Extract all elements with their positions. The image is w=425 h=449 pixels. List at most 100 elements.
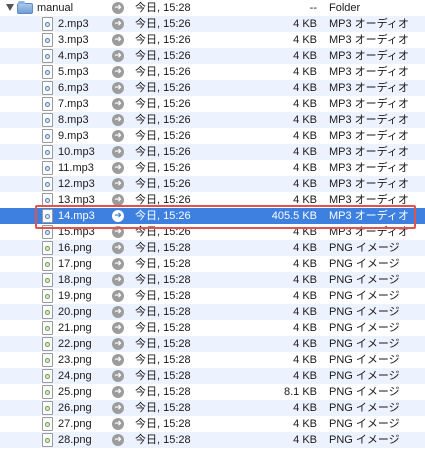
file-row[interactable]: 6.mp3 ➜ 今日, 15:26 4 KB MP3 オーディオ	[0, 80, 425, 96]
arrow-circle-icon[interactable]: ➜	[112, 146, 124, 158]
file-row[interactable]: 15.mp3 ➜ 今日, 15:26 4 KB MP3 オーディオ	[0, 224, 425, 240]
arrow-circle-icon[interactable]: ➜	[112, 354, 124, 366]
arrow-circle-icon[interactable]: ➜	[112, 274, 124, 286]
file-name: 17.png	[58, 258, 92, 270]
arrow-circle-icon[interactable]: ➜	[112, 370, 124, 382]
file-date: 今日, 15:28	[135, 290, 191, 302]
file-size: 4 KB	[293, 258, 317, 270]
file-size: 4 KB	[293, 66, 317, 78]
file-name: 18.png	[58, 274, 92, 286]
arrow-circle-icon[interactable]: ➜	[112, 290, 124, 302]
arrow-circle-icon[interactable]: ➜	[112, 322, 124, 334]
file-row[interactable]: 23.png ➜ 今日, 15:28 4 KB PNG イメージ	[0, 352, 425, 368]
arrow-circle-icon[interactable]: ➜	[112, 18, 124, 30]
file-row[interactable]: 22.png ➜ 今日, 15:28 4 KB PNG イメージ	[0, 336, 425, 352]
file-row[interactable]: 5.mp3 ➜ 今日, 15:26 4 KB MP3 オーディオ	[0, 64, 425, 80]
file-kind: MP3 オーディオ	[329, 194, 409, 206]
file-row[interactable]: 3.mp3 ➜ 今日, 15:26 4 KB MP3 オーディオ	[0, 32, 425, 48]
file-row[interactable]: 8.mp3 ➜ 今日, 15:26 4 KB MP3 オーディオ	[0, 112, 425, 128]
disclosure-triangle-icon[interactable]	[6, 4, 14, 11]
file-row[interactable]: 10.mp3 ➜ 今日, 15:26 4 KB MP3 オーディオ	[0, 144, 425, 160]
file-date: 今日, 15:26	[135, 50, 191, 62]
file-date: 今日, 15:26	[135, 34, 191, 46]
file-name: 7.mp3	[58, 98, 89, 110]
file-row[interactable]: 24.png ➜ 今日, 15:28 4 KB PNG イメージ	[0, 368, 425, 384]
arrow-circle-icon[interactable]: ➜	[112, 98, 124, 110]
file-date: 今日, 15:28	[135, 370, 191, 382]
folder-name: manual	[37, 2, 74, 14]
arrow-circle-icon[interactable]: ➜	[112, 162, 124, 174]
arrow-circle-icon[interactable]: ➜	[112, 210, 124, 222]
file-kind: PNG イメージ	[329, 274, 400, 286]
mp3-file-icon	[42, 81, 53, 95]
file-row[interactable]: 4.mp3 ➜ 今日, 15:26 4 KB MP3 オーディオ	[0, 48, 425, 64]
png-file-icon	[42, 257, 53, 271]
arrow-circle-icon[interactable]: ➜	[112, 2, 124, 14]
arrow-circle-icon[interactable]: ➜	[112, 226, 124, 238]
file-row[interactable]: 11.mp3 ➜ 今日, 15:26 4 KB MP3 オーディオ	[0, 160, 425, 176]
file-date: 今日, 15:28	[135, 418, 191, 430]
arrow-circle-icon[interactable]: ➜	[112, 50, 124, 62]
file-row[interactable]: 18.png ➜ 今日, 15:28 4 KB PNG イメージ	[0, 272, 425, 288]
file-size: 4 KB	[293, 114, 317, 126]
file-row[interactable]: 9.mp3 ➜ 今日, 15:26 4 KB MP3 オーディオ	[0, 128, 425, 144]
file-date: 今日, 15:28	[135, 306, 191, 318]
file-row[interactable]: 19.png ➜ 今日, 15:28 4 KB PNG イメージ	[0, 288, 425, 304]
file-size: 4 KB	[293, 290, 317, 302]
file-size: 405.5 KB	[271, 210, 317, 222]
file-row[interactable]: 26.png ➜ 今日, 15:28 4 KB PNG イメージ	[0, 400, 425, 416]
file-row[interactable]: 21.png ➜ 今日, 15:28 4 KB PNG イメージ	[0, 320, 425, 336]
arrow-circle-icon[interactable]: ➜	[112, 242, 124, 254]
mp3-file-icon	[42, 193, 53, 207]
arrow-circle-icon[interactable]: ➜	[112, 402, 124, 414]
file-size: 4 KB	[293, 274, 317, 286]
file-name: 3.mp3	[58, 34, 89, 46]
arrow-circle-icon[interactable]: ➜	[112, 418, 124, 430]
file-list: manual ➜ 今日, 15:28 -- Folder 2.mp3 ➜ 今日, 1…	[0, 0, 425, 449]
file-size: 4 KB	[293, 354, 317, 366]
file-size: 4 KB	[293, 82, 317, 94]
file-row-selected[interactable]: 14.mp3 ➜ 今日, 15:26 405.5 KB MP3 オーディオ	[0, 208, 425, 224]
file-kind: PNG イメージ	[329, 386, 400, 398]
file-row[interactable]: 17.png ➜ 今日, 15:28 4 KB PNG イメージ	[0, 256, 425, 272]
file-date: 今日, 15:28	[135, 242, 191, 254]
arrow-circle-icon[interactable]: ➜	[112, 434, 124, 446]
file-date: 今日, 15:28	[135, 434, 191, 446]
mp3-file-icon	[42, 177, 53, 191]
file-date: 今日, 15:28	[135, 402, 191, 414]
file-kind: PNG イメージ	[329, 402, 400, 414]
arrow-circle-icon[interactable]: ➜	[112, 66, 124, 78]
file-kind: MP3 オーディオ	[329, 82, 409, 94]
file-row[interactable]: 7.mp3 ➜ 今日, 15:26 4 KB MP3 オーディオ	[0, 96, 425, 112]
arrow-circle-icon[interactable]: ➜	[112, 306, 124, 318]
folder-row-manual[interactable]: manual ➜ 今日, 15:28 -- Folder	[0, 0, 425, 16]
arrow-circle-icon[interactable]: ➜	[112, 338, 124, 350]
arrow-circle-icon[interactable]: ➜	[112, 114, 124, 126]
file-kind: MP3 オーディオ	[329, 146, 409, 158]
png-file-icon	[42, 241, 53, 255]
arrow-circle-icon[interactable]: ➜	[112, 178, 124, 190]
file-name: 14.mp3	[58, 210, 95, 222]
file-name: 27.png	[58, 418, 92, 430]
file-row[interactable]: 2.mp3 ➜ 今日, 15:26 4 KB MP3 オーディオ	[0, 16, 425, 32]
file-row[interactable]: 12.mp3 ➜ 今日, 15:26 4 KB MP3 オーディオ	[0, 176, 425, 192]
file-row[interactable]: 13.mp3 ➜ 今日, 15:26 4 KB MP3 オーディオ	[0, 192, 425, 208]
arrow-circle-icon[interactable]: ➜	[112, 258, 124, 270]
arrow-circle-icon[interactable]: ➜	[112, 82, 124, 94]
file-date: 今日, 15:26	[135, 226, 191, 238]
file-name: 26.png	[58, 402, 92, 414]
arrow-circle-icon[interactable]: ➜	[112, 34, 124, 46]
file-name: 12.mp3	[58, 178, 95, 190]
arrow-circle-icon[interactable]: ➜	[112, 130, 124, 142]
file-row[interactable]: 28.png ➜ 今日, 15:28 4 KB PNG イメージ	[0, 432, 425, 448]
file-date: 今日, 15:26	[135, 210, 191, 222]
arrow-circle-icon[interactable]: ➜	[112, 194, 124, 206]
file-date: 今日, 15:28	[135, 354, 191, 366]
arrow-circle-icon[interactable]: ➜	[112, 386, 124, 398]
file-row[interactable]: 16.png ➜ 今日, 15:28 4 KB PNG イメージ	[0, 240, 425, 256]
mp3-file-icon	[42, 97, 53, 111]
file-kind: MP3 オーディオ	[329, 162, 409, 174]
file-row[interactable]: 25.png ➜ 今日, 15:28 8.1 KB PNG イメージ	[0, 384, 425, 400]
file-row[interactable]: 20.png ➜ 今日, 15:28 4 KB PNG イメージ	[0, 304, 425, 320]
file-row[interactable]: 27.png ➜ 今日, 15:28 4 KB PNG イメージ	[0, 416, 425, 432]
